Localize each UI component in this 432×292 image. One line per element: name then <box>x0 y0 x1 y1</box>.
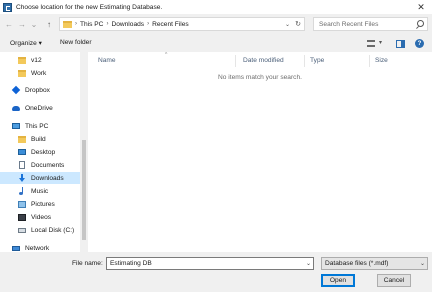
sidebar-item-pictures[interactable]: Pictures <box>0 198 80 210</box>
navigation-pane: v12 Work Dropbox OneDrive This PC Build … <box>0 52 88 252</box>
pictures-icon <box>18 200 26 208</box>
up-arrow-icon[interactable]: ↑ <box>44 18 54 30</box>
folder-icon <box>18 69 26 77</box>
videos-icon <box>18 213 26 221</box>
chevron-down-icon[interactable]: ⌄ <box>285 18 290 30</box>
sidebar-scrollbar-thumb[interactable] <box>82 140 86 240</box>
sidebar-item-label: Documents <box>31 161 65 169</box>
sidebar-item-music[interactable]: Music <box>0 185 80 197</box>
refresh-icon[interactable]: ↻ <box>295 18 301 30</box>
search-placeholder: Search Recent Files <box>319 20 379 28</box>
empty-list-message: No items match your search. <box>218 74 302 81</box>
column-header-name[interactable]: Name <box>98 57 116 64</box>
breadcrumb-downloads[interactable]: Downloads <box>111 21 144 28</box>
folder-icon <box>18 135 26 143</box>
sidebar-item-videos[interactable]: Videos <box>0 211 80 223</box>
sidebar-item-label: This PC <box>25 122 49 130</box>
sidebar-item-this-pc[interactable]: This PC <box>0 120 80 132</box>
column-divider[interactable] <box>369 55 370 67</box>
window-title: Choose location for the new Estimating D… <box>16 3 163 11</box>
organize-menu-button[interactable]: Organize ▾ <box>10 39 42 47</box>
sidebar-item-build[interactable]: Build <box>0 133 80 145</box>
column-header-date-modified[interactable]: Date modified <box>243 57 284 64</box>
sidebar-item-documents[interactable]: Documents <box>0 159 80 171</box>
file-name-label: File name: <box>72 260 103 267</box>
new-folder-button[interactable]: New folder <box>60 39 92 46</box>
open-button[interactable]: Open <box>321 274 355 287</box>
sidebar-item-label: Desktop <box>31 148 56 156</box>
app-icon <box>3 2 12 12</box>
download-arrow-icon <box>19 174 25 182</box>
search-input[interactable]: Search Recent Files <box>313 17 428 31</box>
sidebar-item-downloads[interactable]: Downloads <box>0 172 80 184</box>
folder-icon <box>63 20 72 28</box>
sidebar-item-label: Downloads <box>31 174 64 182</box>
file-type-value: Database files (*.mdf) <box>325 260 389 267</box>
back-arrow-icon[interactable]: ← <box>4 18 14 30</box>
sidebar-item-onedrive[interactable]: OneDrive <box>0 102 80 114</box>
sort-ascending-icon: ^ <box>165 52 168 58</box>
sidebar-item-v12[interactable]: v12 <box>0 54 80 66</box>
sidebar-item-network[interactable]: Network <box>0 242 80 252</box>
column-divider[interactable] <box>304 55 305 67</box>
forward-arrow-icon[interactable]: → <box>17 18 27 30</box>
chevron-down-icon[interactable]: ⌄ <box>420 258 425 269</box>
preview-pane-icon[interactable] <box>396 40 405 48</box>
sidebar-item-label: Build <box>31 135 46 143</box>
command-bar: Organize ▾ New folder ▾ ? <box>0 36 432 52</box>
sidebar-item-local-disk[interactable]: Local Disk (C:) <box>0 224 80 236</box>
music-note-icon <box>19 187 25 195</box>
file-type-select[interactable]: Database files (*.mdf) ⌄ <box>321 257 428 270</box>
sidebar-item-label: Dropbox <box>25 86 50 94</box>
column-divider[interactable] <box>235 55 236 67</box>
computer-icon <box>12 123 20 129</box>
network-icon <box>12 245 20 251</box>
recent-locations-icon[interactable]: ⌄ <box>30 18 38 30</box>
sidebar-item-label: Local Disk (C:) <box>31 226 75 234</box>
cancel-button[interactable]: Cancel <box>377 274 411 287</box>
disk-icon <box>18 227 26 233</box>
column-header-size[interactable]: Size <box>375 57 388 64</box>
dropbox-icon <box>11 85 21 95</box>
sidebar-item-work[interactable]: Work <box>0 67 80 79</box>
chevron-down-icon[interactable]: ⌄ <box>306 258 311 269</box>
search-icon <box>417 20 424 27</box>
sidebar-item-dropbox[interactable]: Dropbox <box>0 84 80 96</box>
chevron-right-icon: › <box>147 21 150 27</box>
chevron-right-icon: › <box>106 21 109 27</box>
address-row: ← → ⌄ ↑ › This PC › Downloads › Recent F… <box>0 15 432 34</box>
sidebar-item-label: Network <box>25 244 50 252</box>
sidebar-item-label: OneDrive <box>25 104 53 112</box>
dialog-footer: File name: Estimating DB ⌄ Database file… <box>0 252 432 292</box>
file-list: ^ Name Date modified Type Size No items … <box>88 52 432 252</box>
breadcrumb-this-pc[interactable]: This PC <box>80 21 103 28</box>
file-name-value: Estimating DB <box>110 260 152 267</box>
breadcrumb-recent-files[interactable]: Recent Files <box>152 21 189 28</box>
chevron-down-icon[interactable]: ▾ <box>379 39 382 46</box>
documents-icon <box>19 161 25 169</box>
sidebar-item-desktop[interactable]: Desktop <box>0 146 80 158</box>
help-icon[interactable]: ? <box>415 39 424 48</box>
column-header-type[interactable]: Type <box>310 57 324 64</box>
cloud-icon <box>12 105 20 111</box>
folder-icon <box>18 56 26 64</box>
sidebar-item-label: Work <box>31 69 47 77</box>
view-options-icon[interactable] <box>367 40 375 47</box>
sidebar-item-label: Videos <box>31 213 52 221</box>
address-bar[interactable]: › This PC › Downloads › Recent Files ⌄ ↻ <box>59 17 305 31</box>
chevron-right-icon: › <box>75 21 77 27</box>
sidebar-item-label: Music <box>31 187 49 195</box>
desktop-icon <box>18 149 26 155</box>
file-name-input[interactable]: Estimating DB ⌄ <box>106 257 314 270</box>
title-bar: Choose location for the new Estimating D… <box>0 0 432 14</box>
sidebar-item-label: Pictures <box>31 200 55 208</box>
sidebar-item-label: v12 <box>31 56 42 64</box>
close-button[interactable]: ✕ <box>410 0 432 14</box>
